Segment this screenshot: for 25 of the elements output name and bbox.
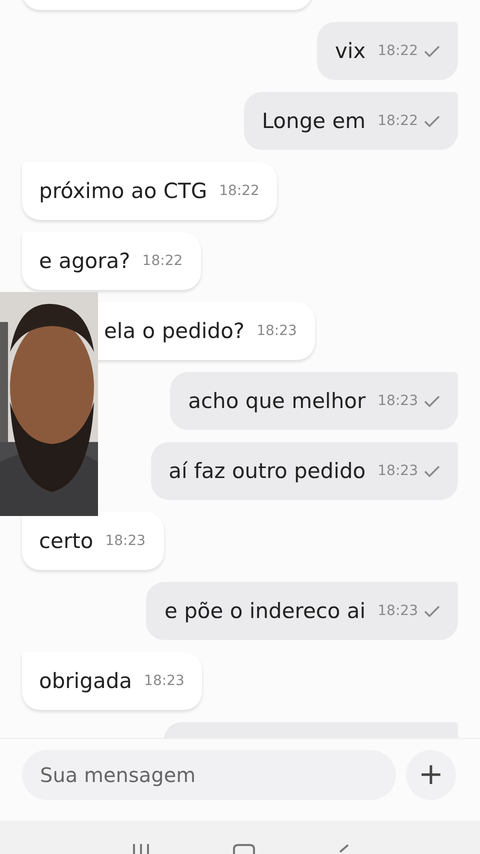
message-time: 18:23 [378,393,418,409]
message-text: e agora? [39,249,130,273]
message-text: obrigada [39,669,132,693]
message-text: e põe o indereco ai [164,599,366,623]
home-icon[interactable] [233,844,255,854]
message-field[interactable]: Sua mensagem [22,750,396,800]
message-time: 18:23 [378,463,418,479]
add-button[interactable]: + [406,750,456,800]
message-text: Longe em [262,109,366,133]
message-text: acho que melhor [188,389,366,413]
message-text: próximo ao CTG [39,179,208,203]
message-time: 18:22 [219,183,260,199]
back-icon[interactable] [337,844,349,854]
message-time: 18:22 [378,43,418,59]
message-text: certo [39,529,94,553]
message-time: 18:23 [256,323,297,339]
message-text: aí faz outro pedido [168,459,366,483]
message-time: 18:22 [378,113,418,129]
message-time: 18:23 [378,603,418,619]
message-time: 18:23 [144,673,184,689]
message-time: 18:22 [142,253,183,269]
message-text: vix [334,39,366,63]
message-text: ela o pedido? [104,319,245,343]
message-time: 18:23 [105,533,146,549]
recent-apps-icon[interactable] [131,844,151,854]
